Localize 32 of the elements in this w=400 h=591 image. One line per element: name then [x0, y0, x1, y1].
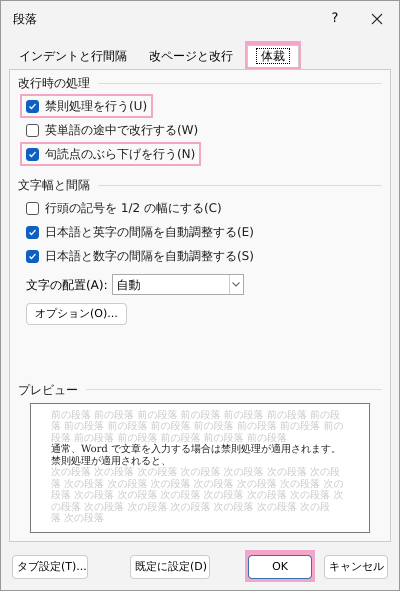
- dialog-button[interactable]: キャンセル: [324, 555, 388, 579]
- group-title: 文字幅と間隔: [18, 177, 90, 194]
- check-icon: [28, 150, 37, 158]
- checkbox[interactable]: [26, 100, 39, 112]
- checkbox[interactable]: [26, 148, 39, 160]
- option-label: 英単語の途中で改行する(W): [45, 122, 198, 139]
- group-title: 改行時の処理: [18, 75, 90, 92]
- tab[interactable]: 体裁: [247, 44, 299, 66]
- dialog-button[interactable]: 既定に設定(D): [130, 555, 210, 579]
- options-button[interactable]: オプション(O)...: [26, 303, 127, 325]
- check-icon: [28, 102, 37, 110]
- group-title: プレビュー: [18, 382, 78, 399]
- check-icon: [28, 252, 37, 260]
- option-label: 日本語と英字の間隔を自動調整する(E): [45, 224, 254, 241]
- dialog-button[interactable]: OK: [248, 555, 312, 579]
- close-icon: [371, 13, 383, 25]
- option-label: 禁則処理を行う(U): [45, 98, 148, 115]
- checkbox[interactable]: [26, 124, 39, 136]
- option-label: 句読点のぶら下げを行う(N): [45, 146, 196, 163]
- check-icon: [28, 228, 37, 236]
- checkbox[interactable]: [26, 226, 39, 238]
- sample-text: 通常、Word で文章を入力する場合は禁則処理が適用されます。禁則処理が適用されると、: [51, 444, 342, 467]
- checkbox[interactable]: [26, 202, 39, 214]
- dialog-button[interactable]: タブ設定(T)...: [12, 555, 88, 579]
- chevron-down-icon: [232, 282, 240, 287]
- alignment-dropdown[interactable]: 自動: [112, 274, 244, 295]
- checkbox[interactable]: [26, 250, 39, 262]
- alignment-label: 文字の配置(A):: [26, 276, 108, 294]
- option-label: 日本語と数字の間隔を自動調整する(S): [45, 248, 254, 265]
- window-title: 段落: [13, 11, 37, 28]
- option-label: 行頭の記号を 1/2 の幅にする(C): [45, 200, 222, 217]
- help-button[interactable]: ?: [315, 4, 355, 34]
